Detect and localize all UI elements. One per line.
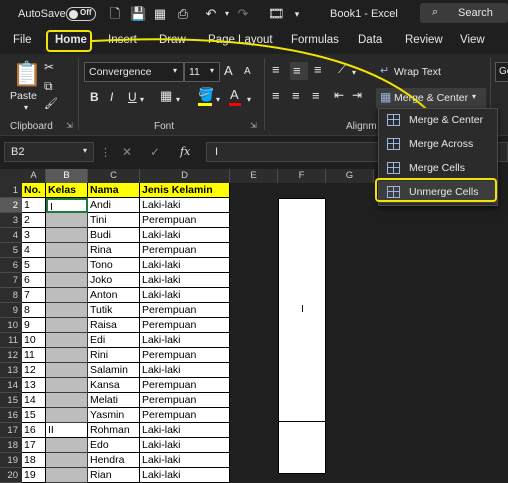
menu-item-label: Merge & Center [409, 114, 484, 126]
menu-item-merge-cells[interactable]: Merge Cells [379, 157, 497, 179]
merge-cells-icon [387, 162, 400, 174]
menu-item-merge-center[interactable]: Merge & Center [379, 109, 497, 131]
menu-item-label: Merge Across [409, 138, 474, 150]
menu-item-label: Merge Cells [409, 162, 466, 174]
menu-item-merge-across[interactable]: Merge Across [379, 133, 497, 155]
merge-across-icon [387, 138, 400, 150]
unmerge-highlight-box [375, 178, 497, 202]
merge-center-icon [387, 114, 400, 126]
annotation-arrow [91, 38, 474, 184]
